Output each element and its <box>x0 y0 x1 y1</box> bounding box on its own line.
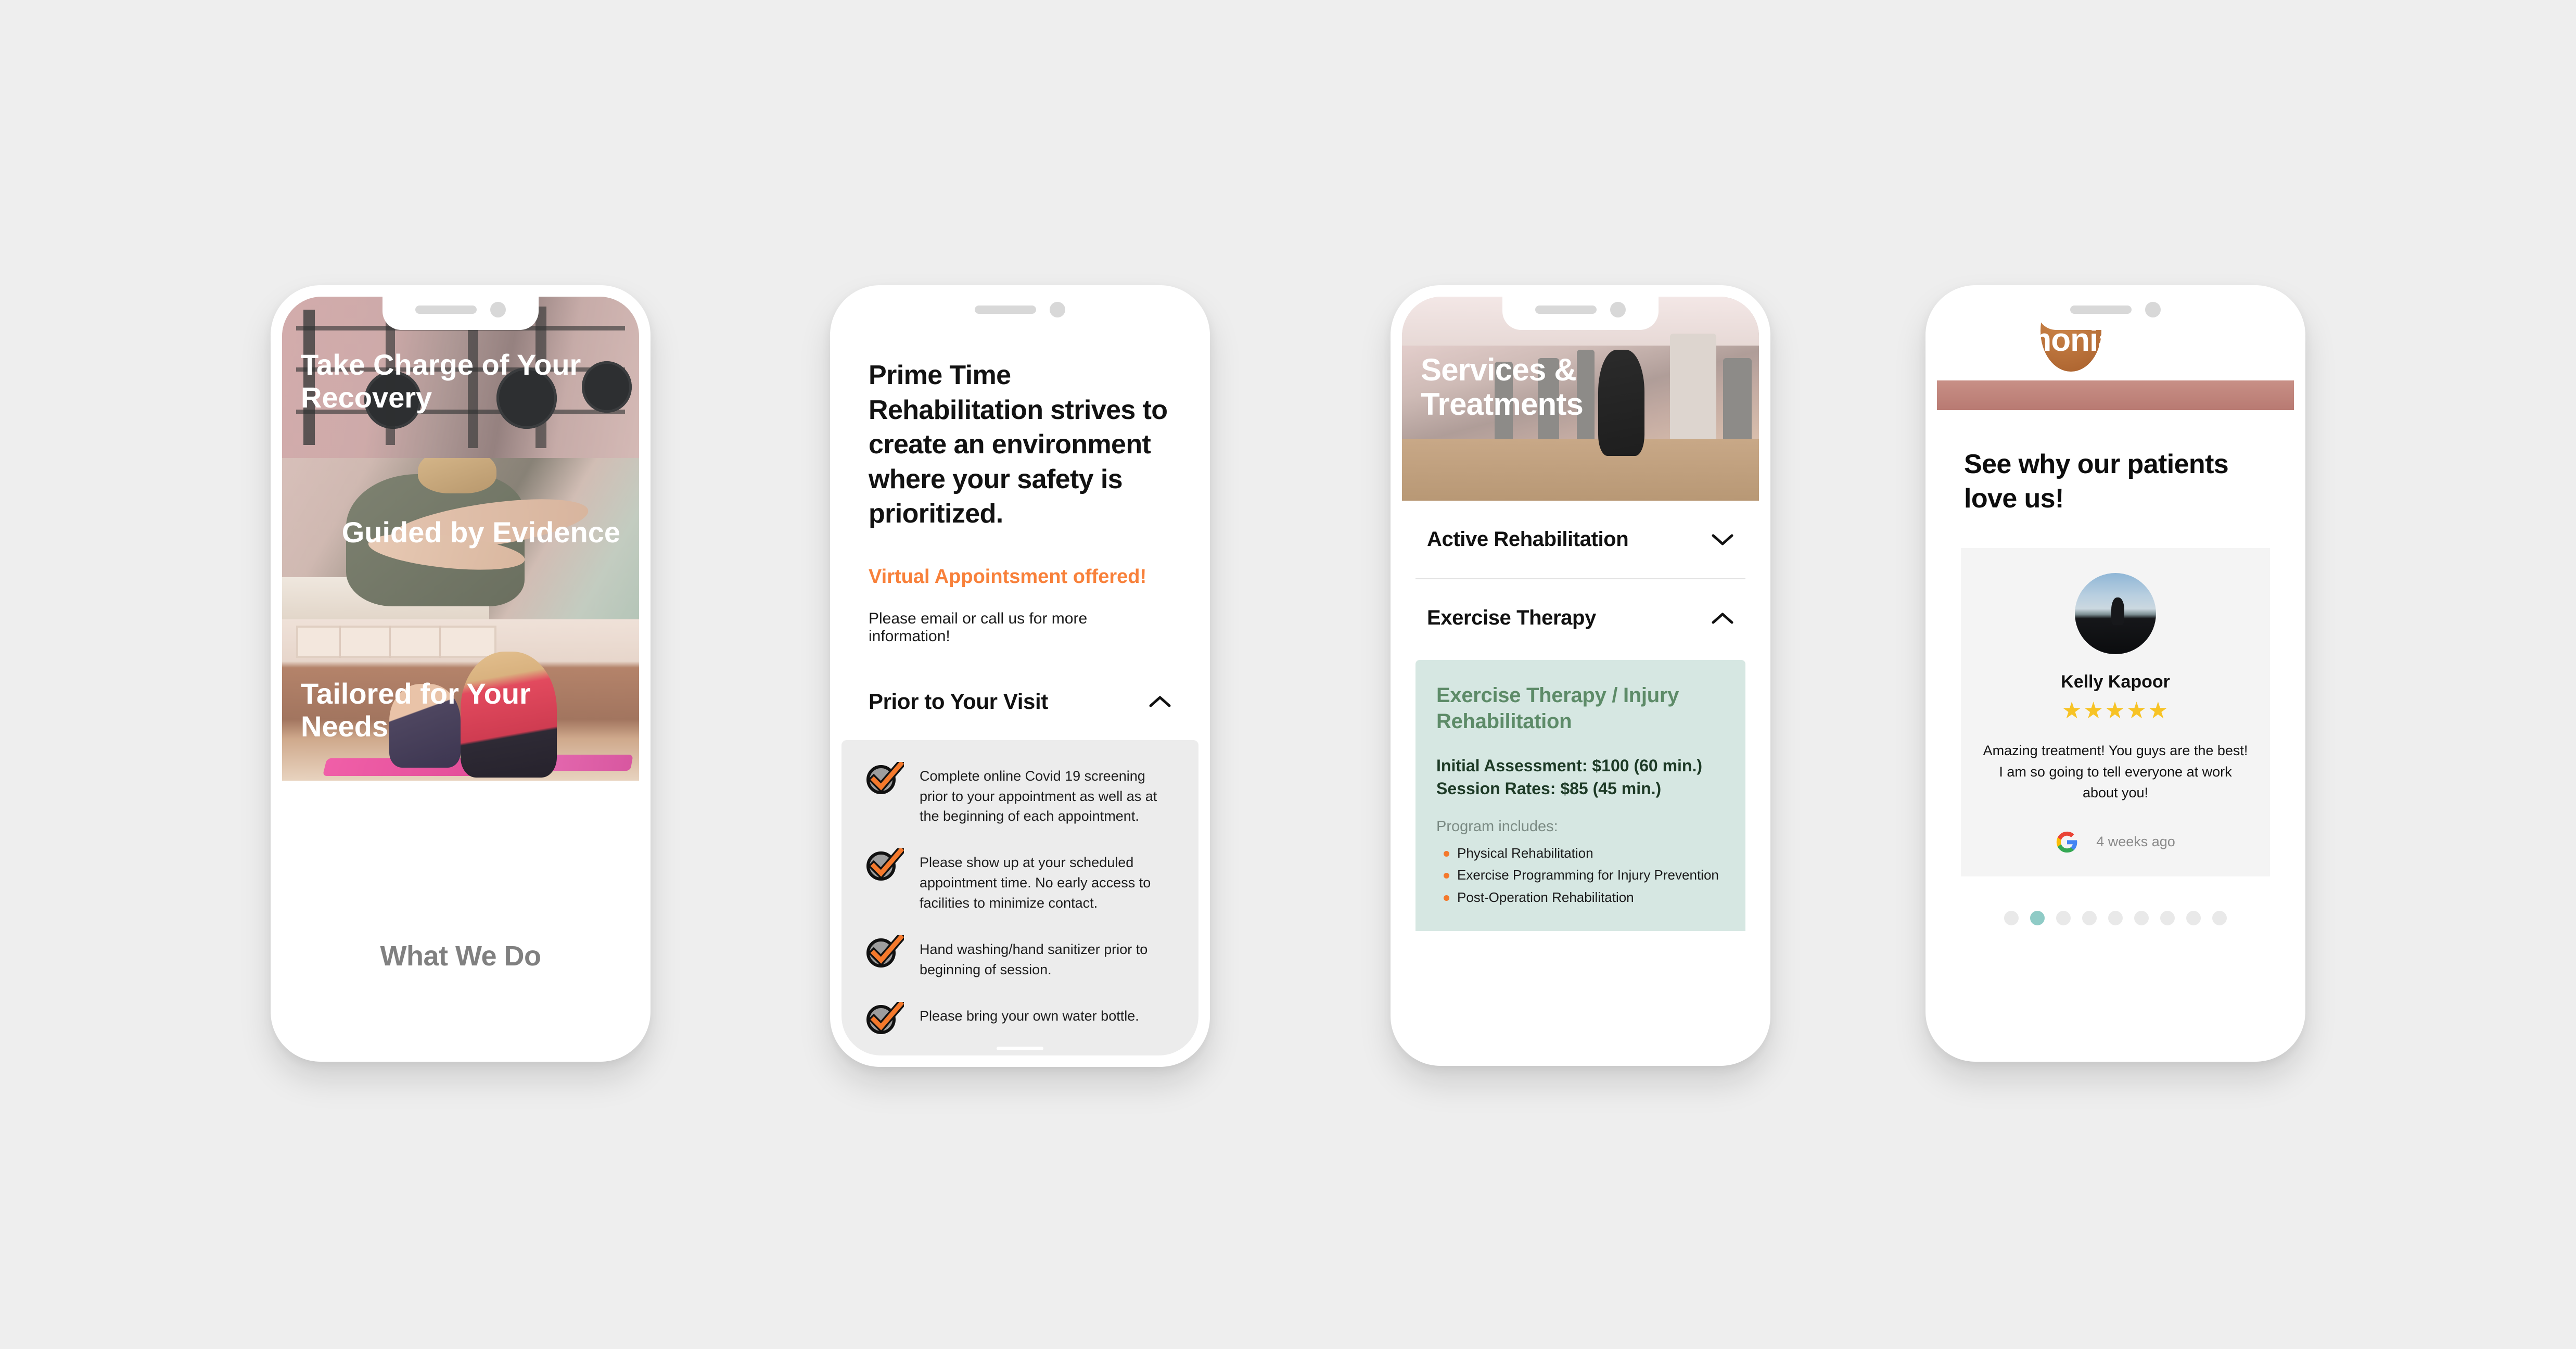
contact-subtext: Please email or call us for more informa… <box>869 609 1088 645</box>
earpiece-speaker-icon <box>415 306 477 314</box>
carousel-pagination[interactable] <box>1937 910 2294 925</box>
checklist-item-text: Hand washing/hand sanitizer prior to beg… <box>920 941 1148 977</box>
list-item: Exercise Programming for Injury Preventi… <box>1444 866 1725 885</box>
phone-notch <box>1502 285 1659 330</box>
checklist-item-text: Please show up at your scheduled appoint… <box>920 855 1151 911</box>
list-item: Physical Rehabilitation <box>1444 844 1725 863</box>
program-includes-list: Physical Rehabilitation Exercise Program… <box>1436 844 1725 908</box>
accordion-label: Prior to Your Visit <box>869 689 1048 714</box>
phone2-screen: Prime Time Rehabilitation strives to cre… <box>841 297 1198 1055</box>
checklist-item: Please bring your own water bottle. <box>866 1001 1174 1035</box>
pagination-dot[interactable] <box>2186 910 2201 925</box>
exercise-therapy-panel: Exercise Therapy / Injury Rehabilitation… <box>1415 660 1745 932</box>
pagination-dot[interactable] <box>2108 910 2123 925</box>
chevron-down-icon[interactable] <box>1711 533 1734 546</box>
phone-notch <box>942 285 1098 330</box>
safety-headline: Prime Time Rehabilitation strives to cre… <box>869 360 1168 529</box>
list-item: Post-Operation Rehabilitation <box>1444 888 1725 907</box>
review-author: Kelly Kapoor <box>2061 672 2170 692</box>
review-time-ago: 4 weeks ago <box>2096 834 2175 850</box>
virtual-appointments-notice: Virtual Appointsment offered! <box>869 565 1147 588</box>
pagination-dot[interactable] <box>2160 910 2175 925</box>
hero-slide[interactable]: Guided by Evidence <box>282 458 639 619</box>
phone4-screen: Testimonials See why our patients love u… <box>1937 297 2294 1050</box>
phone-mockup-what-we-do: Take Charge of Your Recovery Guided by E… <box>271 285 651 1062</box>
phone-mockup-testimonials: Testimonials See why our patients love u… <box>1925 285 2305 1062</box>
checklist-item: Hand washing/hand sanitizer prior to beg… <box>866 935 1174 980</box>
front-camera-icon <box>2145 302 2161 317</box>
home-indicator <box>997 1047 1043 1050</box>
phone-mockup-safety: Prime Time Rehabilitation strives to cre… <box>830 285 1210 1067</box>
front-camera-icon <box>1610 302 1626 317</box>
section-label-what-we-do: What We Do <box>380 940 541 972</box>
chevron-up-icon[interactable] <box>1149 695 1171 708</box>
earpiece-speaker-icon <box>2070 306 2132 314</box>
hero-slide[interactable]: Tailored for Your Needs <box>282 619 639 781</box>
home-indicator <box>1557 1046 1604 1049</box>
chevron-up-icon[interactable] <box>1711 612 1734 625</box>
phone-mockup-services: Services & Treatments Active Rehabilitat… <box>1391 285 1770 1066</box>
earpiece-speaker-icon <box>975 306 1036 314</box>
check-circle-icon <box>866 935 904 969</box>
accordion-label: Exercise Therapy <box>1427 606 1596 629</box>
accordion-prior-to-your-visit[interactable]: Prior to Your Visit <box>869 689 1171 714</box>
pagination-dot[interactable] <box>2004 910 2019 925</box>
earpiece-speaker-icon <box>1535 306 1597 314</box>
review-source: 4 weeks ago <box>1982 831 2249 854</box>
check-circle-icon <box>866 1001 904 1035</box>
hero-slide-caption: Take Charge of Your Recovery <box>301 348 581 414</box>
testimonials-headline: See why our patients love us! <box>1964 449 2229 514</box>
panel-rates: Initial Assessment: $100 (60 min.) Sessi… <box>1436 754 1725 800</box>
checklist-panel: Complete online Covid 19 screening prior… <box>841 740 1198 1055</box>
pagination-dot[interactable] <box>2082 910 2097 925</box>
hero-slide-caption: Tailored for Your Needs <box>301 677 531 743</box>
rate-session: Session Rates: $85 (45 min.) <box>1436 779 1662 798</box>
checklist-item: Please show up at your scheduled appoint… <box>866 848 1174 913</box>
avatar <box>2075 573 2156 655</box>
check-circle-icon <box>866 761 904 795</box>
phone3-screen: Services & Treatments Active Rehabilitat… <box>1402 297 1759 1054</box>
phone-notch <box>2037 285 2194 330</box>
pagination-dot[interactable] <box>2056 910 2071 925</box>
star-rating-icon: ★★★★★ <box>2061 698 2170 724</box>
review-text: Amazing treatment! You guys are the best… <box>1983 743 2248 801</box>
program-includes-label: Program includes: <box>1436 818 1558 835</box>
phone1-slide-stack: Take Charge of Your Recovery Guided by E… <box>282 297 639 781</box>
accordion-active-rehabilitation[interactable]: Active Rehabilitation <box>1402 501 1759 578</box>
hero-slide-caption: Guided by Evidence <box>341 516 620 549</box>
checklist-item-text: Please bring your own water bottle. <box>920 1008 1139 1024</box>
checklist-item: Complete online Covid 19 screening prior… <box>866 761 1174 827</box>
pagination-dot[interactable] <box>2212 910 2227 925</box>
panel-title: Exercise Therapy / Injury Rehabilitation <box>1436 684 1679 733</box>
phone-notch <box>382 285 539 330</box>
front-camera-icon <box>490 302 506 317</box>
mockup-canvas: Take Charge of Your Recovery Guided by E… <box>0 0 2576 1349</box>
front-camera-icon <box>1050 302 1065 317</box>
pagination-dot-active[interactable] <box>2030 910 2045 925</box>
phone1-screen: Take Charge of Your Recovery Guided by E… <box>282 297 639 1050</box>
rate-initial-assessment: Initial Assessment: $100 (60 min.) <box>1436 756 1703 775</box>
pagination-dot[interactable] <box>2134 910 2149 925</box>
accordion-exercise-therapy[interactable]: Exercise Therapy <box>1402 579 1759 657</box>
google-logo-icon <box>2057 831 2077 852</box>
services-hero-title: Services & Treatments <box>1421 352 1584 422</box>
checklist-item-text: Complete online Covid 19 screening prior… <box>920 768 1157 824</box>
review-card: Kelly Kapoor ★★★★★ Amazing treatment! Yo… <box>1961 548 2270 876</box>
check-circle-icon <box>866 848 904 882</box>
accordion-label: Active Rehabilitation <box>1427 528 1629 551</box>
